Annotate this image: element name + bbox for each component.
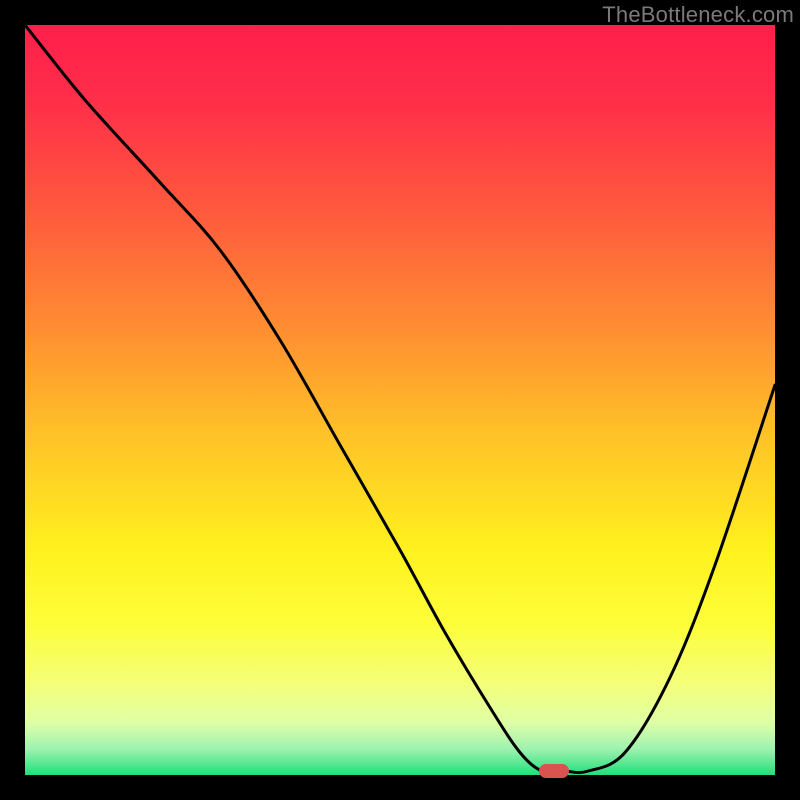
- curve-layer: [25, 25, 775, 775]
- bottleneck-curve: [25, 25, 775, 773]
- optimum-marker: [539, 764, 569, 778]
- plot-area: [25, 25, 775, 775]
- watermark-text: TheBottleneck.com: [602, 2, 794, 28]
- chart-frame: [25, 25, 775, 775]
